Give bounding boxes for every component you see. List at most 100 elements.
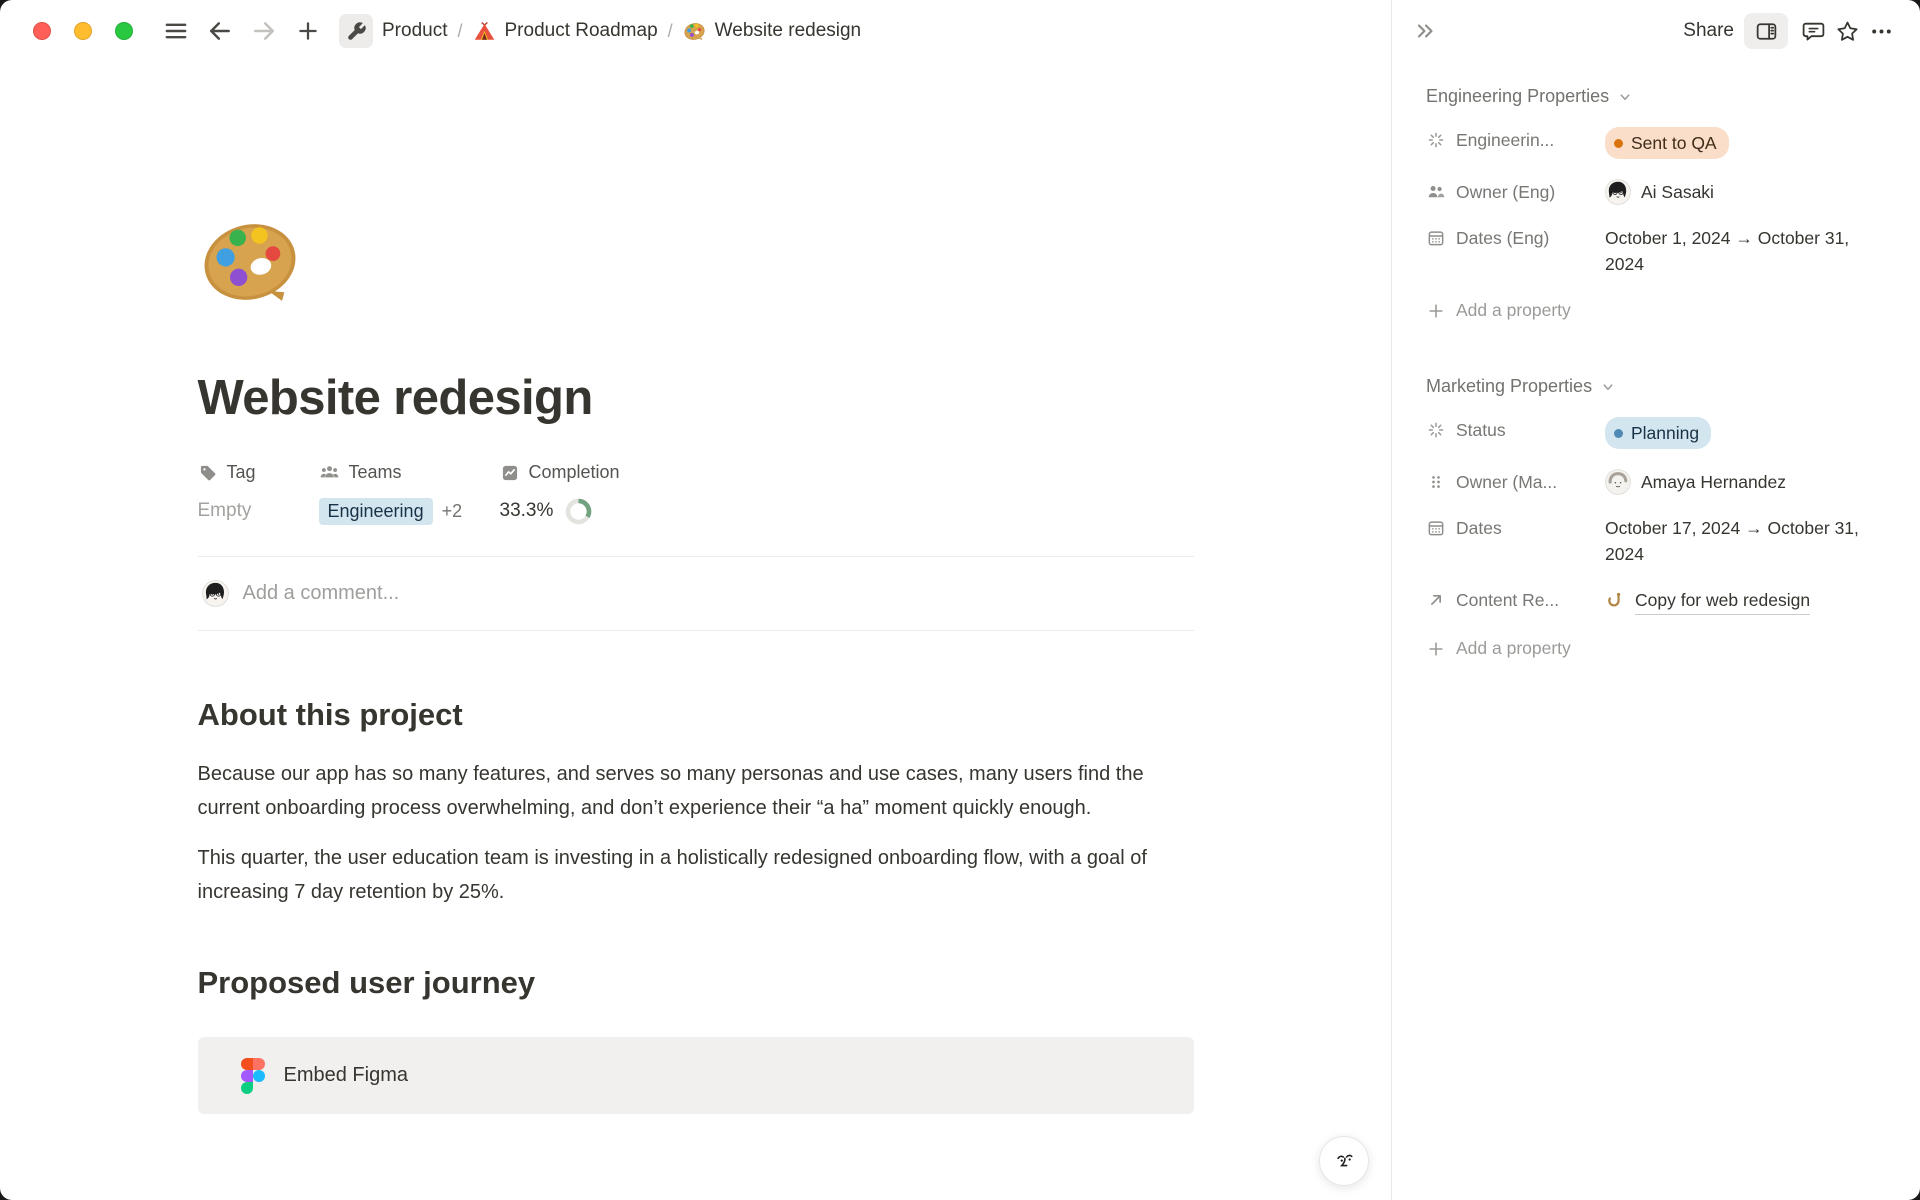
page-icon-palette[interactable]: [198, 210, 302, 314]
sidebar-topbar: Share: [1392, 0, 1920, 62]
section-title: Engineering Properties: [1426, 86, 1609, 107]
paragraph-about-2[interactable]: This quarter, the user education team is…: [198, 841, 1194, 909]
teams-extra-count: +2: [442, 501, 463, 522]
property-name-label: Owner (Ma...: [1456, 469, 1557, 495]
property-name[interactable]: Status: [1426, 417, 1605, 443]
property-row-status: Status Planning: [1426, 407, 1890, 459]
engineering-rows: Engineerin... Sent to QA Owner (Eng) Ai …: [1426, 117, 1890, 287]
embed-figma-block[interactable]: Embed Figma: [198, 1037, 1194, 1114]
favorite-button[interactable]: [1830, 14, 1864, 48]
add-comment-area[interactable]: Add a comment...: [198, 557, 1194, 630]
zoom-window-button[interactable]: [115, 22, 133, 40]
close-window-button[interactable]: [33, 22, 51, 40]
figma-icon: [241, 1058, 265, 1094]
tent-icon: [473, 20, 496, 43]
property-name-label: Dates (Eng): [1456, 225, 1549, 251]
status-badge-label: Planning: [1631, 420, 1699, 446]
breadcrumb-item-product-roadmap[interactable]: Product Roadmap: [467, 16, 664, 47]
page-properties-row: Tag Empty Teams Engineering +: [198, 462, 1194, 526]
arrow-northeast-icon: [1426, 590, 1446, 610]
property-tag: Tag Empty: [198, 462, 319, 526]
completion-percent: 33.3%: [500, 500, 554, 522]
minimize-window-button[interactable]: [74, 22, 92, 40]
property-row-engineering-status: Engineerin... Sent to QA: [1426, 117, 1890, 169]
notion-ai-button[interactable]: [1319, 1136, 1369, 1186]
property-row-owner-eng: Owner (Eng) Ai Sasaki: [1426, 169, 1890, 215]
new-page-button[interactable]: [291, 14, 325, 48]
sidebar-body: Engineering Properties Engineerin... Sen…: [1392, 62, 1920, 668]
breadcrumb-label: Website redesign: [715, 20, 861, 42]
star-icon: [1835, 19, 1860, 44]
property-completion-header[interactable]: Completion: [500, 462, 620, 483]
page-scroll-area: Website redesign Tag Empty: [0, 62, 1391, 1200]
collapse-sidebar-button[interactable]: [1408, 14, 1442, 48]
forward-button[interactable]: [247, 14, 281, 48]
team-tag-engineering: Engineering: [319, 498, 433, 525]
property-value[interactable]: October 1, 2024 → October 31, 2024: [1605, 225, 1890, 277]
property-teams-header[interactable]: Teams: [319, 462, 500, 483]
property-value[interactable]: Planning: [1605, 417, 1890, 449]
section-marketing-properties[interactable]: Marketing Properties: [1426, 376, 1890, 397]
property-name-label: Dates: [1456, 515, 1502, 541]
breadcrumb-item-product[interactable]: Product: [333, 10, 453, 52]
add-property-button[interactable]: Add a property: [1426, 291, 1890, 330]
property-completion: Completion 33.3%: [500, 462, 620, 526]
breadcrumb: Product / Product Roadmap / Website rede…: [333, 10, 867, 52]
page-title[interactable]: Website redesign: [198, 370, 1194, 426]
property-tag-header[interactable]: Tag: [198, 462, 319, 483]
comments-button[interactable]: [1796, 14, 1830, 48]
property-name[interactable]: Owner (Ma...: [1426, 469, 1605, 495]
status-burst-icon: [1426, 420, 1446, 440]
property-value[interactable]: Ai Sasaki: [1605, 179, 1890, 205]
toggle-side-panel-button[interactable]: [1744, 13, 1788, 49]
status-burst-icon: [1426, 130, 1446, 150]
empty-value: Empty: [198, 500, 252, 522]
property-name-label: Engineerin...: [1456, 127, 1554, 153]
plus-icon: [1426, 301, 1446, 321]
traffic-lights: [33, 22, 133, 40]
comment-bubble-icon: [1801, 19, 1826, 44]
back-button[interactable]: [203, 14, 237, 48]
more-options-button[interactable]: [1864, 14, 1898, 48]
property-value[interactable]: Sent to QA: [1605, 127, 1890, 159]
topbar: Product / Product Roadmap / Website rede…: [0, 0, 1391, 62]
property-teams-value[interactable]: Engineering +2: [319, 496, 500, 526]
property-value-page-link[interactable]: Copy for web redesign: [1605, 587, 1890, 615]
property-tag-value[interactable]: Empty: [198, 496, 319, 526]
nav-controls: [159, 14, 325, 48]
property-name[interactable]: Content Re...: [1426, 587, 1605, 613]
wrench-icon: [339, 14, 373, 48]
property-name[interactable]: Dates (Eng): [1426, 225, 1605, 251]
heading-proposed-user-journey[interactable]: Proposed user journey: [198, 965, 1194, 1001]
panel-icon: [1754, 19, 1779, 44]
property-name[interactable]: Dates: [1426, 515, 1605, 541]
avatar: [1605, 179, 1631, 205]
share-button[interactable]: Share: [1673, 14, 1744, 48]
property-name[interactable]: Engineerin...: [1426, 127, 1605, 153]
sidebar-menu-button[interactable]: [159, 14, 193, 48]
add-property-label: Add a property: [1456, 638, 1571, 659]
tag-icon: [198, 463, 218, 483]
property-value[interactable]: October 17, 2024 → October 31, 2024: [1605, 515, 1890, 567]
main-area: Product / Product Roadmap / Website rede…: [0, 0, 1391, 1200]
heading-about-project[interactable]: About this project: [198, 697, 1194, 733]
avatar: [1605, 469, 1631, 495]
status-badge-label: Sent to QA: [1631, 130, 1717, 156]
plus-icon: [1426, 639, 1446, 659]
property-completion-value[interactable]: 33.3%: [500, 496, 620, 526]
property-row-content-request: Content Re... Copy for web redesign: [1426, 577, 1890, 625]
property-teams: Teams Engineering +2: [319, 462, 500, 526]
property-name[interactable]: Owner (Eng): [1426, 179, 1605, 205]
breadcrumb-item-website-redesign[interactable]: Website redesign: [677, 16, 867, 47]
status-badge: Sent to QA: [1605, 127, 1729, 159]
property-label: Teams: [349, 462, 402, 483]
property-value[interactable]: Amaya Hernandez: [1605, 469, 1890, 495]
comment-placeholder: Add a comment...: [243, 582, 400, 605]
property-name-label: Content Re...: [1456, 587, 1559, 613]
person-name: Amaya Hernandez: [1641, 469, 1786, 495]
section-engineering-properties[interactable]: Engineering Properties: [1426, 86, 1890, 107]
teams-icon: [319, 462, 340, 483]
marketing-rows: Status Planning Owner (Ma... Amaya Herna…: [1426, 407, 1890, 625]
add-property-button[interactable]: Add a property: [1426, 629, 1890, 668]
paragraph-about-1[interactable]: Because our app has so many features, an…: [198, 757, 1194, 825]
